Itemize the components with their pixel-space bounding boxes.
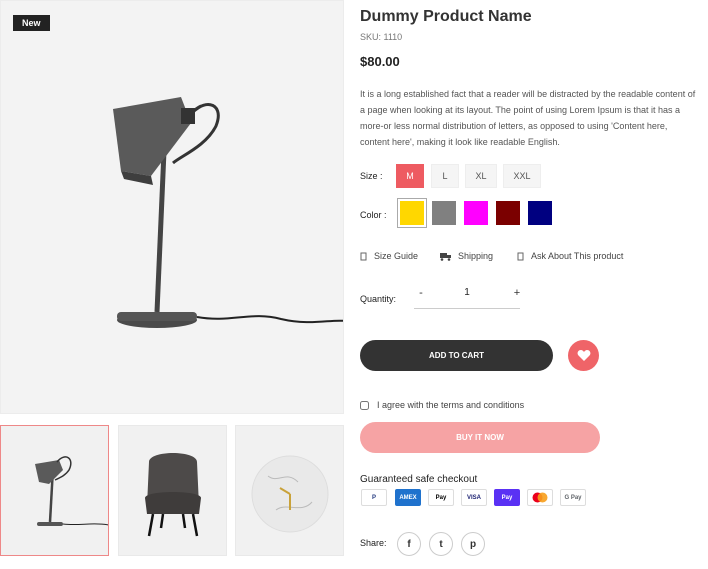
mastercard-icon [527,489,553,506]
quantity-label: Quantity: [360,294,397,304]
pinterest-share-button[interactable]: p [461,532,485,556]
shipping-link[interactable]: Shipping [440,251,493,261]
color-swatch-magenta[interactable] [464,201,488,225]
quantity-decrease-button[interactable]: - [414,287,428,299]
terms-agreement[interactable]: I agree with the terms and conditions [360,400,524,410]
color-swatch-navy[interactable] [528,201,552,225]
size-option-m[interactable]: M [396,164,424,188]
size-label: Size : [360,171,383,181]
checkout-title: Guaranteed safe checkout [360,474,478,485]
wishlist-button[interactable] [568,340,599,371]
ask-about-product-label: Ask About This product [531,251,624,261]
size-option-xl[interactable]: XL [465,164,497,188]
size-option-xxl[interactable]: XXL [503,164,541,188]
main-product-image: New [0,0,344,414]
add-to-cart-button[interactable]: ADD TO CART [360,340,553,371]
color-swatch-gray[interactable] [432,201,456,225]
color-label: Color : [360,210,387,220]
color-swatch-yellow[interactable] [397,198,427,228]
paypal-icon: P [361,489,387,506]
thumbnail-clock[interactable] [235,425,344,556]
facebook-share-button[interactable]: f [397,532,421,556]
facebook-icon: f [407,538,411,550]
twitter-share-button[interactable]: t [429,532,453,556]
color-swatch-maroon[interactable] [496,201,520,225]
thumbnail-chair[interactable] [118,425,227,556]
twitter-icon: t [439,538,443,550]
ruler-icon [360,252,367,260]
shipping-label: Shipping [458,251,494,261]
shop-pay-icon: Pay [494,489,520,506]
visa-icon: VISA [461,489,487,506]
apple-pay-icon: Pay [428,489,454,506]
share-label: Share: [360,538,387,548]
quantity-stepper: - + [414,285,520,309]
buy-now-button[interactable]: BUY IT NOW [360,422,600,453]
google-pay-icon: G Pay [560,489,586,506]
terms-label: I agree with the terms and conditions [377,400,525,410]
lamp-illustration [113,97,343,328]
product-title: Dummy Product Name [360,8,532,25]
size-option-l[interactable]: L [431,164,459,188]
product-sku: SKU: 1110 [360,32,403,42]
size-guide-label: Size Guide [374,251,419,261]
size-guide-link[interactable]: Size Guide [360,251,418,261]
thumbnail-lamp[interactable] [0,425,109,556]
quantity-increase-button[interactable]: + [510,287,524,299]
truck-icon [440,252,451,261]
pinterest-icon: p [469,538,477,550]
product-price: $80.00 [360,54,400,69]
new-badge: New [13,15,50,31]
question-icon [517,252,524,260]
quantity-input[interactable] [436,287,498,298]
product-description: It is a long established fact that a rea… [360,89,696,147]
thumbnail-gallery [0,425,344,557]
ask-about-product-link[interactable]: Ask About This product [517,251,623,261]
amex-icon: AMEX [395,489,421,506]
heart-icon [577,350,590,361]
terms-checkbox[interactable] [360,400,369,410]
